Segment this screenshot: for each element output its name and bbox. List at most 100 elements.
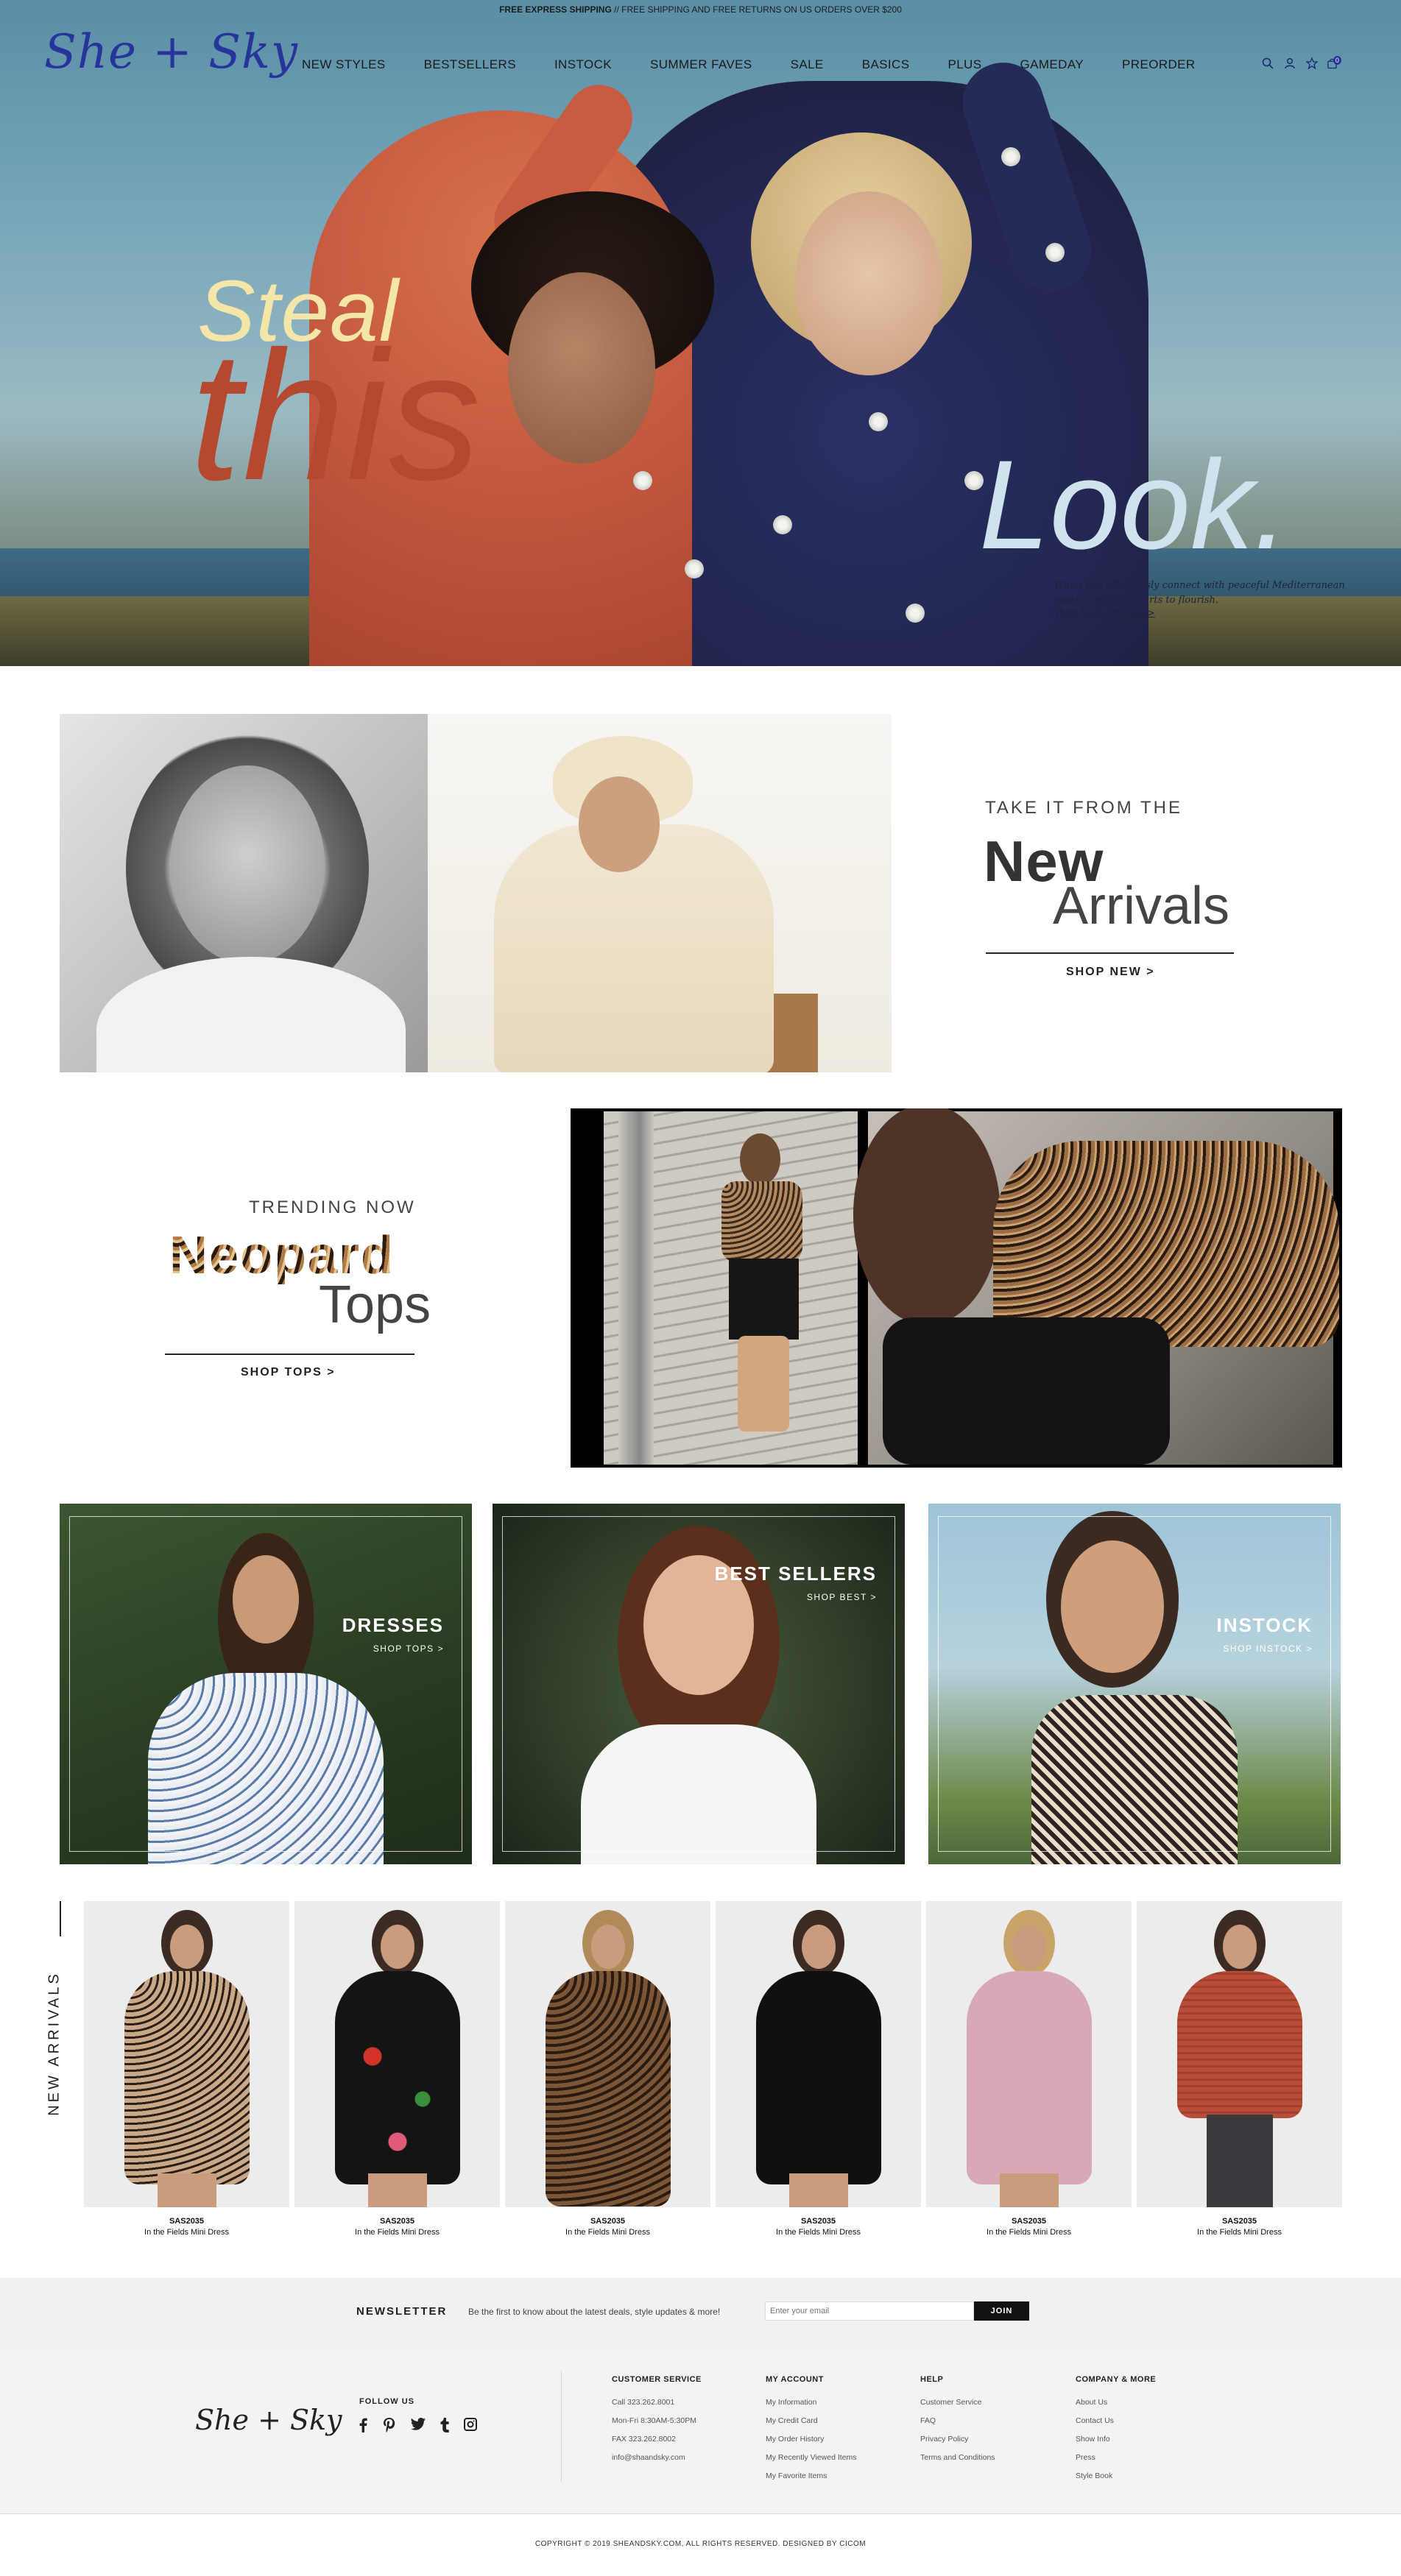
product-image[interactable] [926,1901,1132,2207]
nav-item-gameday[interactable]: GAMEDAY [1020,57,1084,72]
trending-kicker: TRENDING NOW [249,1197,416,1217]
trending-photo[interactable] [571,1108,1342,1468]
facebook-icon[interactable] [358,2418,368,2437]
footer-link[interactable]: My Order History [766,2430,857,2449]
black-bag [883,1317,1170,1465]
category-link[interactable]: SHOP TOPS > [373,1643,444,1654]
footer-logo[interactable]: She + Sky [195,2404,342,2436]
product-name[interactable]: In the Fields Mini Dress [505,2228,710,2237]
product-image[interactable] [716,1901,921,2207]
hero-banner[interactable]: FREE EXPRESS SHIPPING // FREE SHIPPING A… [0,0,1401,666]
product-card[interactable]: SAS2035 In the Fields Mini Dress [1137,1901,1342,2237]
category-label: BEST SELLERS [714,1563,877,1585]
product-image[interactable] [84,1901,289,2207]
instagram-icon[interactable] [464,2418,477,2437]
brand-logo[interactable]: She + Sky [44,25,298,79]
model-legs [1000,2173,1059,2207]
product-card[interactable]: SAS2035 In the Fields Mini Dress [716,1901,921,2237]
product-garment [335,1971,460,2184]
tumblr-icon[interactable] [440,2418,449,2437]
social-links [358,2418,477,2437]
category-link[interactable]: SHOP INSTOCK > [1223,1643,1313,1654]
model-legs [368,2173,427,2207]
category-tile-dresses[interactable]: DRESSES SHOP TOPS > [60,1504,472,1864]
footer-link[interactable]: My Information [766,2393,857,2412]
shop-tops-button[interactable]: SHOP TOPS > [241,1366,336,1379]
twitter-icon[interactable] [411,2418,426,2437]
footer-link[interactable]: Call 323.262.8001 [612,2393,702,2412]
category-label: INSTOCK [1216,1614,1313,1636]
nav-item-new-styles[interactable]: NEW STYLES [302,57,386,72]
product-card[interactable]: SAS2035 In the Fields Mini Dress [926,1901,1132,2237]
model-face [1012,1925,1046,1969]
shop-new-button[interactable]: SHOP NEW > [1066,966,1155,979]
footer-link[interactable]: Style Book [1076,2467,1156,2485]
product-image[interactable] [505,1901,710,2207]
footer-link[interactable]: My Credit Card [766,2412,857,2430]
model-face [170,1925,204,1969]
account-icon[interactable] [1282,56,1297,71]
new-arrivals-title-light: Arrivals [1053,877,1230,935]
footer-link[interactable]: Terms and Conditions [920,2449,995,2467]
flower-print [685,559,704,578]
footer-link[interactable]: My Recently Viewed Items [766,2449,857,2467]
footer-column-title: CUSTOMER SERVICE [612,2375,702,2384]
shop-new-arrivals-link[interactable]: Shop New Arrivals > [1053,608,1155,619]
leopard-closeup [853,1108,1339,1465]
footer-link[interactable]: Press [1076,2449,1156,2467]
product-card[interactable]: SAS2035 In the Fields Mini Dress [84,1901,289,2237]
nav-item-sale[interactable]: SALE [791,57,824,72]
nav-item-plus[interactable]: PLUS [947,57,981,72]
product-image[interactable] [1137,1901,1342,2207]
trending-title-light: Tops [319,1275,431,1334]
product-sku: SAS2035 [1221,2217,1257,2226]
newsletter-join-button[interactable]: JOIN [974,2301,1029,2321]
product-name[interactable]: In the Fields Mini Dress [1137,2228,1342,2237]
product-name[interactable]: In the Fields Mini Dress [84,2228,289,2237]
nav-item-summer-faves[interactable]: SUMMER FAVES [650,57,752,72]
leopard-top [993,1141,1339,1347]
footer-link[interactable]: Contact Us [1076,2412,1156,2430]
page: FREE EXPRESS SHIPPING // FREE SHIPPING A… [0,0,1401,2576]
footer-link[interactable]: Show Info [1076,2430,1156,2449]
footer-link[interactable]: My Favorite Items [766,2467,857,2485]
bucket-hat-portrait [428,714,892,1072]
category-link[interactable]: SHOP BEST > [807,1592,877,1602]
category-label: DRESSES [342,1614,444,1636]
product-name[interactable]: In the Fields Mini Dress [716,2228,921,2237]
pinterest-icon[interactable] [383,2418,396,2437]
flower-print [906,604,925,623]
model-face [381,1925,414,1969]
product-card[interactable]: SAS2035 In the Fields Mini Dress [505,1901,710,2237]
hero-copy: When you effortlessly connect with peace… [1054,580,1345,606]
footer-link[interactable]: About Us [1076,2393,1156,2412]
footer-column-title: COMPANY & MORE [1076,2375,1157,2384]
nav-item-instock[interactable]: INSTOCK [554,57,612,72]
divider [986,952,1234,954]
product-card[interactable]: SAS2035 In the Fields Mini Dress [294,1901,500,2237]
footer-link[interactable]: FAQ [920,2412,995,2430]
cart-icon[interactable]: 0 [1327,56,1341,71]
black-skirt [729,1259,799,1340]
tile-frame [69,1516,462,1852]
category-tile-instock[interactable]: INSTOCK SHOP INSTOCK > [928,1504,1341,1864]
footer-link[interactable]: Customer Service [920,2393,995,2412]
product-garment [756,1971,881,2184]
model-figure [707,1126,817,1435]
nav-item-bestsellers[interactable]: BESTSELLERS [424,57,516,72]
newsletter-email-input[interactable] [765,2301,974,2321]
product-garment [124,1971,250,2184]
model-face [579,776,660,872]
product-garment [967,1971,1092,2184]
product-name[interactable]: In the Fields Mini Dress [926,2228,1132,2237]
footer-link[interactable]: info@shaandsky.com [612,2449,702,2467]
product-name[interactable]: In the Fields Mini Dress [294,2228,500,2237]
new-arrivals-photo[interactable] [60,714,892,1072]
search-icon[interactable] [1260,56,1275,71]
wishlist-icon[interactable] [1305,56,1319,71]
product-image[interactable] [294,1901,500,2207]
nav-item-basics[interactable]: BASICS [862,57,910,72]
category-tile-best-sellers[interactable]: BEST SELLERS SHOP BEST > [493,1504,905,1864]
nav-item-preorder[interactable]: PREORDER [1122,57,1196,72]
footer-link[interactable]: Privacy Policy [920,2430,995,2449]
